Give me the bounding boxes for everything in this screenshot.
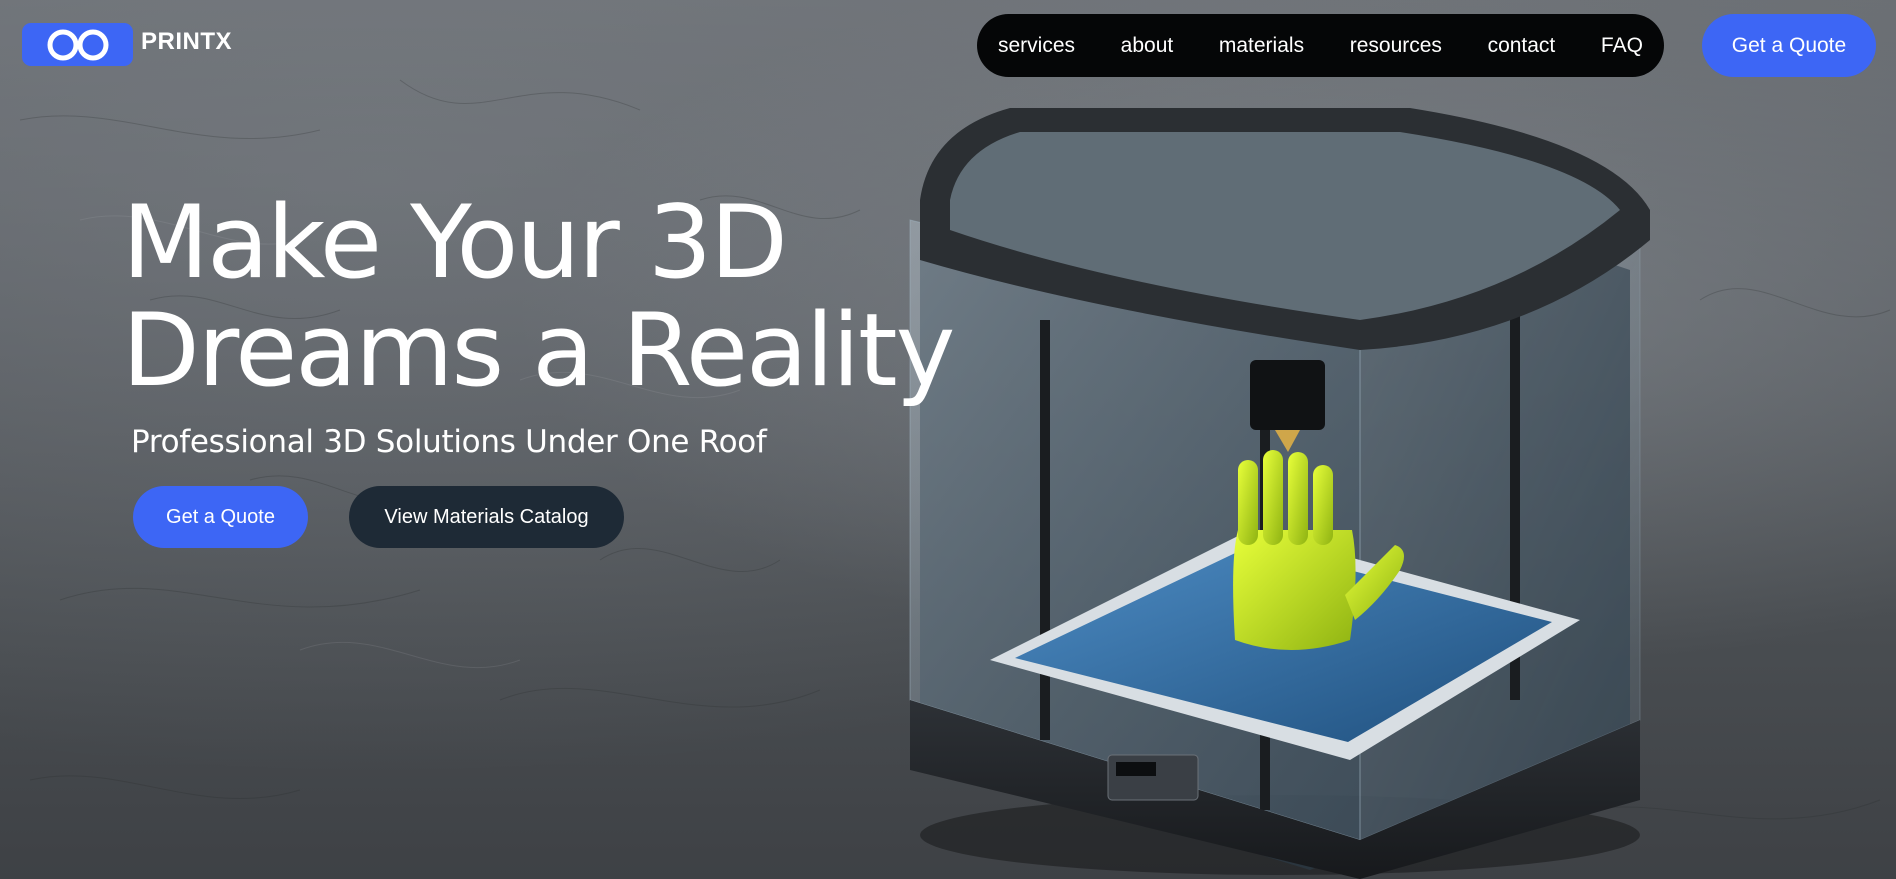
headline-line-1: Make Your 3D bbox=[122, 183, 788, 301]
infinity-icon bbox=[22, 23, 133, 66]
view-materials-catalog-button[interactable]: View Materials Catalog bbox=[349, 486, 624, 548]
header-get-quote-button[interactable]: Get a Quote bbox=[1702, 14, 1876, 77]
nav-item-contact[interactable]: contact bbox=[1488, 34, 1556, 58]
3d-printer-image bbox=[909, 108, 1650, 879]
get-quote-button[interactable]: Get a Quote bbox=[133, 486, 308, 548]
headline-line-2: Dreams a Reality bbox=[122, 291, 955, 409]
main-navigation: services about materials resources conta… bbox=[977, 14, 1664, 77]
nav-item-services[interactable]: services bbox=[998, 34, 1075, 58]
brand-name: PRINTX bbox=[141, 27, 233, 55]
brand-logo[interactable]: PRINTX bbox=[22, 23, 232, 66]
hero-subheadline: Professional 3D Solutions Under One Roof bbox=[131, 424, 767, 460]
nav-item-about[interactable]: about bbox=[1121, 34, 1174, 58]
nav-item-faq[interactable]: FAQ bbox=[1601, 34, 1643, 58]
nav-item-resources[interactable]: resources bbox=[1350, 34, 1442, 58]
nav-item-materials[interactable]: materials bbox=[1219, 34, 1304, 58]
hero-headline: Make Your 3D Dreams a Reality bbox=[122, 183, 955, 409]
